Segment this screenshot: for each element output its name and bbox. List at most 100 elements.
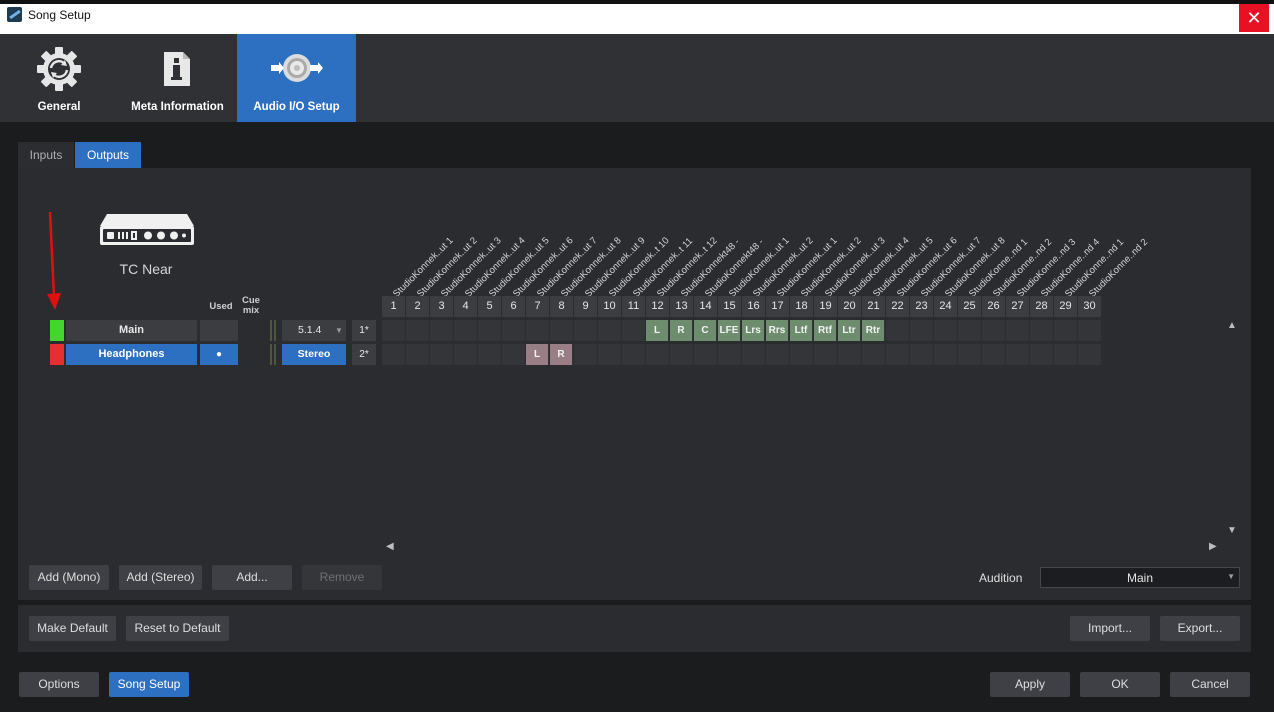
channel-assignment[interactable]: L [526,344,548,365]
routing-cell[interactable] [478,320,501,341]
channel-assignment[interactable]: Ltr [838,320,860,341]
apply-button[interactable]: Apply [990,672,1070,697]
routing-cell[interactable] [934,320,957,341]
routing-cell[interactable] [1006,320,1029,341]
audition-value: Main [1126,571,1153,585]
remove-button[interactable]: Remove [302,565,382,590]
channel-assignment[interactable]: R [550,344,572,365]
routing-cell[interactable] [646,344,669,365]
channel-assignment[interactable]: R [670,320,692,341]
subtab-inputs[interactable]: Inputs [18,142,74,168]
channel-assignment[interactable]: Rrs [766,320,788,341]
format-select-headphones[interactable]: Stereo [282,344,346,365]
format-select-main[interactable]: 5.1.4 ▼ [282,320,346,341]
scroll-right-icon[interactable]: ▶ [1209,541,1217,552]
routing-cell[interactable] [622,320,645,341]
routing-cell[interactable] [862,344,885,365]
tab-general[interactable]: General [0,34,118,122]
output-name-headphones[interactable]: Headphones [66,344,197,365]
routing-cell[interactable] [886,320,909,341]
used-cell-headphones[interactable]: ● [200,344,238,365]
routing-cell[interactable] [502,344,525,365]
channel-number: 23 [910,296,933,317]
tab-audio-io-setup[interactable]: Audio I/O Setup [237,34,356,122]
ok-button[interactable]: OK [1080,672,1160,697]
routing-cell[interactable] [430,344,453,365]
routing-cell[interactable] [1030,344,1053,365]
routing-cell[interactable] [574,320,597,341]
tab-meta-information[interactable]: Meta Information [118,34,237,122]
routing-cell[interactable] [526,320,549,341]
routing-cell[interactable] [1054,344,1077,365]
routing-cell[interactable] [574,344,597,365]
subtab-outputs[interactable]: Outputs [75,142,141,168]
channel-assignment[interactable]: C [694,320,716,341]
routing-cell[interactable] [1054,320,1077,341]
routing-cell[interactable] [406,320,429,341]
output-index-headphones: 2* [352,344,376,365]
routing-cell[interactable] [502,320,525,341]
output-name-main[interactable]: Main [66,320,197,341]
song-setup-button[interactable]: Song Setup [109,672,189,697]
add-mono-button[interactable]: Add (Mono) [29,565,109,590]
channel-assignment[interactable]: Rtf [814,320,836,341]
routing-cell[interactable] [454,320,477,341]
import-button[interactable]: Import... [1070,616,1150,641]
routing-cell[interactable] [910,320,933,341]
routing-cell[interactable] [958,344,981,365]
channel-assignment[interactable]: L [646,320,668,341]
routing-cell[interactable] [598,320,621,341]
output-color-swatch[interactable] [50,344,64,365]
routing-cell[interactable] [550,320,573,341]
cancel-button[interactable]: Cancel [1170,672,1250,697]
scroll-up-icon[interactable]: ▲ [1227,320,1237,331]
scroll-left-icon[interactable]: ◀ [386,541,394,552]
routing-cell[interactable] [430,320,453,341]
output-color-swatch[interactable] [50,320,64,341]
routing-cell[interactable] [814,344,837,365]
routing-cell[interactable] [886,344,909,365]
export-button[interactable]: Export... [1160,616,1240,641]
routing-cell[interactable] [622,344,645,365]
routing-cell[interactable] [910,344,933,365]
routing-cell[interactable] [598,344,621,365]
audio-io-icon [271,54,323,82]
routing-cell[interactable] [766,344,789,365]
close-button[interactable]: ✕ [1239,4,1269,32]
channel-number: 5 [478,296,501,317]
channel-assignment[interactable]: Ltf [790,320,812,341]
routing-cell[interactable] [982,320,1005,341]
channel-assignment[interactable]: Lrs [742,320,764,341]
routing-cell[interactable] [718,344,741,365]
routing-cell[interactable] [670,344,693,365]
routing-cell[interactable] [1078,344,1101,365]
routing-cell[interactable] [406,344,429,365]
routing-cell[interactable] [934,344,957,365]
routing-cell[interactable] [742,344,765,365]
routing-cell[interactable] [694,344,717,365]
routing-cell[interactable] [382,344,405,365]
routing-cell[interactable] [1078,320,1101,341]
tab-general-label: General [37,101,81,113]
audition-select[interactable]: Main ▼ [1040,567,1240,588]
routing-cell[interactable] [1006,344,1029,365]
add-button[interactable]: Add... [212,565,292,590]
routing-cell[interactable] [958,320,981,341]
make-default-button[interactable]: Make Default [29,616,116,641]
routing-cell[interactable] [838,344,861,365]
routing-cell[interactable] [790,344,813,365]
channel-assignment[interactable]: Rtr [862,320,884,341]
routing-cell[interactable] [1030,320,1053,341]
routing-cell[interactable] [478,344,501,365]
routing-cell[interactable] [982,344,1005,365]
add-stereo-button[interactable]: Add (Stereo) [119,565,202,590]
reset-to-default-button[interactable]: Reset to Default [126,616,229,641]
channel-assignment[interactable]: LFE [718,320,740,341]
device-name: TC Near [119,261,173,277]
used-cell-main[interactable] [200,320,238,341]
scroll-down-icon[interactable]: ▼ [1227,525,1237,536]
routing-cell[interactable] [454,344,477,365]
options-button[interactable]: Options [19,672,99,697]
channel-number: 24 [934,296,957,317]
routing-cell[interactable] [382,320,405,341]
